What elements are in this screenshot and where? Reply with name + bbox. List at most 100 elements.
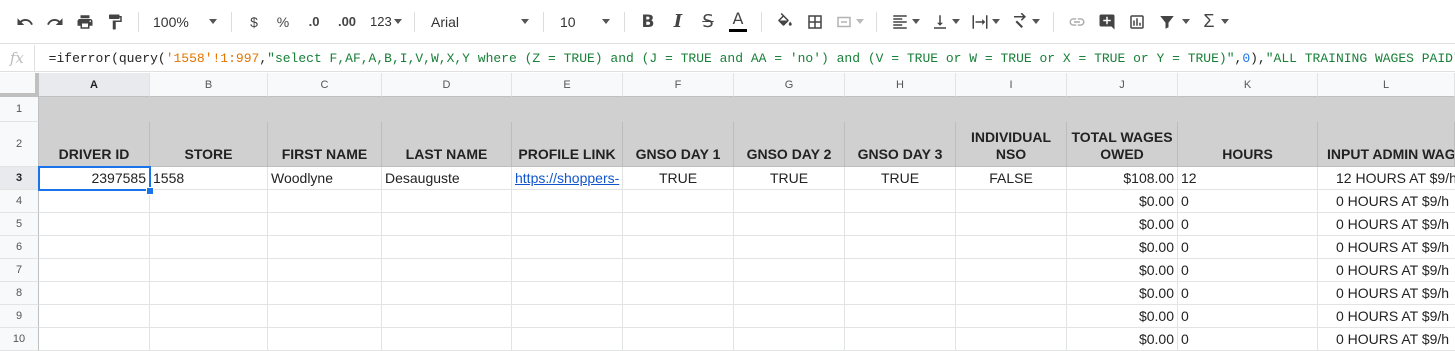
grid-cell[interactable] [39,328,150,351]
grid-cell[interactable] [845,328,956,351]
grid-cell[interactable] [382,190,512,213]
column-header-j[interactable]: J [1067,73,1178,97]
cell-total-wages[interactable]: $0.00 [1067,190,1178,213]
grid-cell[interactable] [956,236,1067,259]
header-last-name[interactable]: LAST NAME [382,122,512,167]
grid-cell[interactable] [623,305,734,328]
grid-cell[interactable] [382,328,512,351]
cell-hours[interactable]: 0 [1178,259,1318,282]
cell-admin-wage[interactable]: 12 HOURS AT $9/h [1318,167,1455,190]
row-header-4[interactable]: 4 [0,190,39,213]
borders-icon[interactable] [800,8,830,36]
column-header-g[interactable]: G [734,73,845,97]
row-header-1[interactable]: 1 [0,97,39,122]
grid-cell[interactable] [623,259,734,282]
header-gnso-day-1[interactable]: GNSO DAY 1 [623,122,734,167]
vertical-align-icon[interactable] [925,8,965,36]
fill-color-icon[interactable] [770,8,800,36]
grid-cell[interactable] [734,213,845,236]
text-rotation-icon[interactable] [1005,8,1045,36]
grid-cell[interactable] [150,259,268,282]
grid-cell[interactable] [845,259,956,282]
print-icon[interactable] [70,8,100,36]
grid-cell[interactable] [150,236,268,259]
grid-cell[interactable] [268,328,382,351]
decrease-decimal-button[interactable]: .0 [298,8,330,36]
cell-store[interactable]: 1558 [150,167,268,190]
grid-cell[interactable] [845,236,956,259]
grid-cell[interactable] [39,213,150,236]
grid-cell[interactable] [150,282,268,305]
column-header-h[interactable]: H [845,73,956,97]
paint-format-icon[interactable] [100,8,130,36]
italic-button[interactable]: I [663,8,693,36]
grid-cell[interactable] [268,259,382,282]
cell-admin-wage[interactable]: 0 HOURS AT $9/h [1318,328,1455,351]
grid-cell[interactable] [512,282,623,305]
column-header-f[interactable]: F [623,73,734,97]
bold-button[interactable]: B [633,8,663,36]
grid-cell[interactable] [150,190,268,213]
header-total-wages-owed[interactable]: TOTAL WAGES OWED [1067,122,1178,167]
cell-last-name[interactable]: Desauguste [382,167,512,190]
grid-cell[interactable] [845,305,956,328]
grid-cell[interactable] [845,190,956,213]
percent-button[interactable]: % [268,8,298,36]
column-header-e[interactable]: E [512,73,623,97]
column-header-i[interactable]: I [956,73,1067,97]
row-header-10[interactable]: 10 [0,328,39,351]
column-header-b[interactable]: B [150,73,268,97]
grid-cell[interactable] [734,305,845,328]
cell-total-wages[interactable]: $0.00 [1067,213,1178,236]
increase-decimal-button[interactable]: .00 [330,8,364,36]
grid-cell[interactable] [623,213,734,236]
select-all-corner[interactable] [0,73,39,97]
header-gnso-day-3[interactable]: GNSO DAY 3 [845,122,956,167]
header-first-name[interactable]: FIRST NAME [268,122,382,167]
insert-chart-icon[interactable] [1122,8,1152,36]
row-header-5[interactable]: 5 [0,213,39,236]
grid-cell[interactable] [623,328,734,351]
header-gnso-day-2[interactable]: GNSO DAY 2 [734,122,845,167]
horizontal-align-icon[interactable] [885,8,925,36]
cell-admin-wage[interactable]: 0 HOURS AT $9/h [1318,236,1455,259]
grid-cell[interactable] [845,213,956,236]
grid-cell[interactable] [512,236,623,259]
grid-cell[interactable] [382,236,512,259]
grid-cell[interactable] [956,259,1067,282]
grid-cell[interactable] [512,305,623,328]
column-header-d[interactable]: D [382,73,512,97]
header-individual-nso[interactable]: INDIVIDUAL NSO [956,122,1067,167]
cell-admin-wage[interactable]: 0 HOURS AT $9/h [1318,213,1455,236]
grid-cell[interactable] [382,305,512,328]
cell-admin-wage[interactable]: 0 HOURS AT $9/h [1318,282,1455,305]
cell-individual-nso[interactable]: FALSE [956,167,1067,190]
grid-cell[interactable] [150,213,268,236]
grid-cell[interactable] [623,236,734,259]
cell-total-wages[interactable]: $108.00 [1067,167,1178,190]
grid-cell[interactable] [39,259,150,282]
currency-button[interactable]: $ [240,8,268,36]
row-header-7[interactable]: 7 [0,259,39,282]
cell-hours[interactable]: 0 [1178,190,1318,213]
redo-icon[interactable] [40,8,70,36]
cell-admin-wage[interactable]: 0 HOURS AT $9/h [1318,305,1455,328]
insert-comment-icon[interactable] [1092,8,1122,36]
row-1-band[interactable] [39,97,1455,122]
header-hours[interactable]: HOURS [1178,122,1318,167]
zoom-select[interactable]: 100% [147,14,223,30]
cell-hours[interactable]: 12 [1178,167,1318,190]
grid-cell[interactable] [512,328,623,351]
cell-first-name[interactable]: Woodlyne [268,167,382,190]
grid-cell[interactable] [39,305,150,328]
grid-cell[interactable] [956,305,1067,328]
grid-cell[interactable] [623,190,734,213]
column-header-k[interactable]: K [1178,73,1318,97]
cell-total-wages[interactable]: $0.00 [1067,328,1178,351]
cell-total-wages[interactable]: $0.00 [1067,236,1178,259]
row-header-6[interactable]: 6 [0,236,39,259]
undo-icon[interactable] [10,8,40,36]
row-header-2[interactable]: 2 [0,122,39,167]
grid-cell[interactable] [39,282,150,305]
grid-cell[interactable] [268,282,382,305]
